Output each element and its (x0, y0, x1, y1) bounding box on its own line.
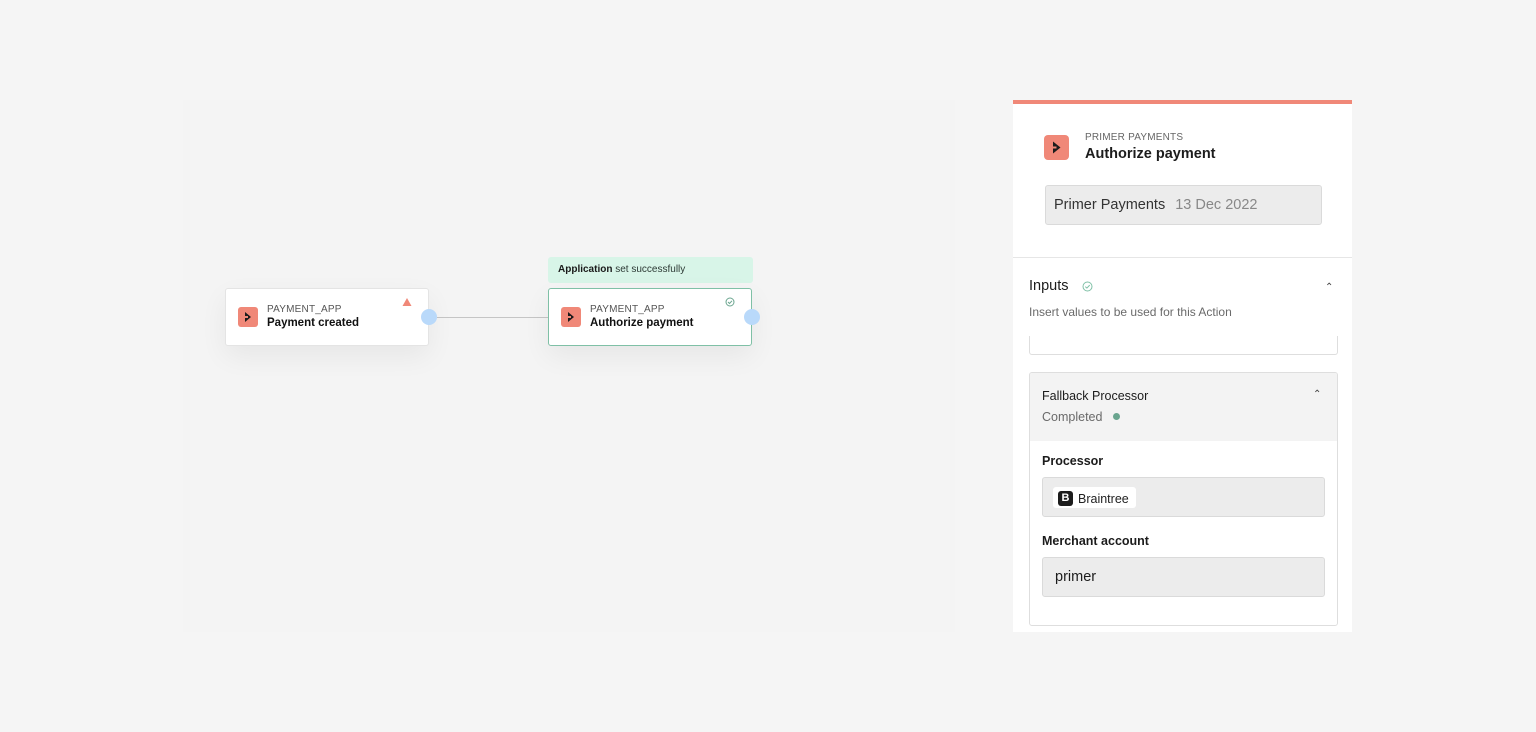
node-title: Authorize payment (590, 317, 694, 329)
processor-value: Braintree (1078, 491, 1129, 506)
group-status: Completed (1042, 410, 1103, 424)
processor-chip: B Braintree (1053, 487, 1136, 508)
chevron-up-icon[interactable]: ⌃ (1313, 389, 1321, 400)
success-toast: Application set successfully (548, 257, 753, 283)
node-details-panel: PRIMER PAYMENTS Authorize payment Primer… (1013, 100, 1352, 632)
merchant-account-value: primer (1055, 569, 1097, 585)
version-date: 13 Dec 2022 (1175, 197, 1258, 213)
processor-label: Processor (1042, 454, 1104, 468)
output-port[interactable] (744, 309, 760, 325)
node-payment-created[interactable]: PAYMENT_APP Payment created (225, 288, 429, 346)
inputs-section-subtitle: Insert values to be used for this Action (1029, 305, 1232, 319)
inputs-section-title: Inputs (1029, 278, 1069, 294)
braintree-logo-icon: B (1058, 491, 1073, 506)
status-dot (1113, 413, 1120, 420)
node-authorize-payment[interactable]: PAYMENT_APP Authorize payment (548, 288, 752, 346)
node-app-label: PAYMENT_APP (267, 304, 342, 315)
check-circle-icon (725, 297, 735, 307)
input-field-partial[interactable] (1029, 336, 1338, 355)
app-version-select[interactable]: Primer Payments 13 Dec 2022 (1045, 185, 1322, 225)
node-title: Payment created (267, 317, 360, 329)
warning-icon (402, 298, 412, 306)
processor-select[interactable]: B Braintree (1042, 477, 1325, 517)
group-title: Fallback Processor (1042, 389, 1149, 403)
output-port[interactable] (421, 309, 437, 325)
merchant-account-input[interactable]: primer (1042, 557, 1325, 597)
check-circle-icon (1082, 281, 1093, 292)
chevron-up-icon[interactable]: ⌃ (1325, 282, 1333, 293)
divider (1013, 257, 1352, 258)
payment-app-icon (238, 307, 258, 327)
panel-app-label: PRIMER PAYMENTS (1085, 132, 1184, 143)
connection-edge (437, 317, 549, 318)
fallback-processor-group: Fallback Processor ⌃ Completed Processor… (1029, 372, 1338, 626)
toast-text: set successfully (612, 264, 686, 275)
version-app-name: Primer Payments (1054, 197, 1166, 213)
payment-app-icon (561, 307, 581, 327)
workflow-canvas[interactable] (183, 100, 955, 632)
panel-title: Authorize payment (1085, 146, 1216, 162)
node-app-label: PAYMENT_APP (590, 304, 665, 315)
primer-payments-icon (1044, 135, 1069, 160)
toast-strong: Application (558, 264, 613, 275)
group-header[interactable]: Fallback Processor ⌃ Completed (1030, 373, 1337, 441)
merchant-account-label: Merchant account (1042, 534, 1149, 548)
